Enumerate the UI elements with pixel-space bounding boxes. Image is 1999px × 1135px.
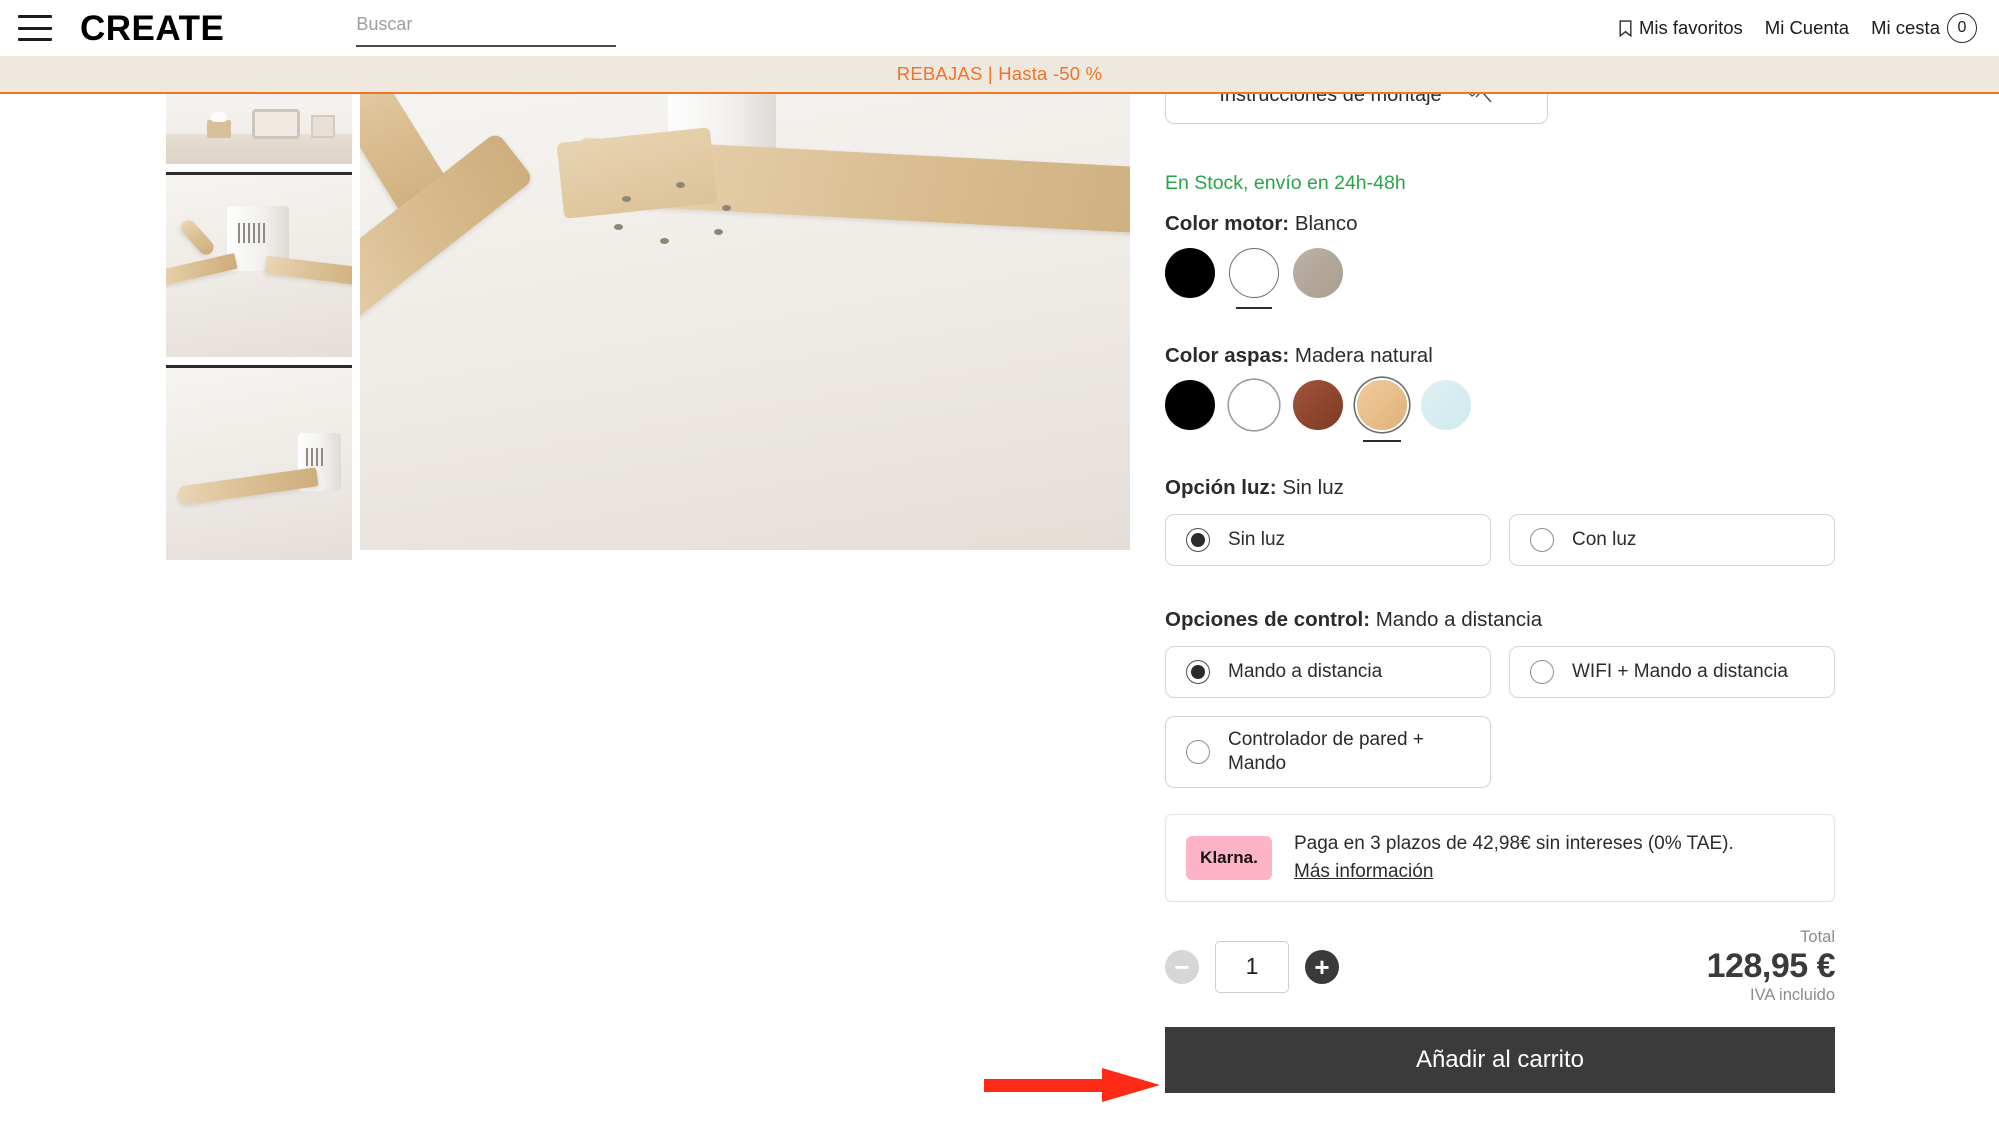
light-option-value: Sin luz bbox=[1282, 476, 1344, 499]
search-container bbox=[356, 9, 617, 47]
swatch-aspas-madera-natural[interactable] bbox=[1357, 380, 1407, 442]
thumbnail-fan-closeup[interactable] bbox=[166, 172, 352, 357]
quantity-input[interactable] bbox=[1215, 940, 1289, 993]
blade-color-heading: Color aspas: Madera natural bbox=[1165, 344, 1835, 368]
swatch-motor-blanco[interactable] bbox=[1229, 248, 1279, 309]
blade-color-label: Color aspas: bbox=[1165, 344, 1290, 367]
radio-sin-luz-indicator bbox=[1186, 528, 1210, 552]
motor-color-group: Color motor: Blanco bbox=[1165, 212, 1835, 309]
radio-mando-distancia-label: Mando a distancia bbox=[1228, 661, 1383, 683]
add-to-cart-button[interactable]: Añadir al carrito bbox=[1165, 1027, 1835, 1094]
swatch-motor-negro[interactable] bbox=[1165, 248, 1215, 298]
bookmark-icon bbox=[1619, 19, 1632, 37]
site-header: CREATE Mis favoritos Mi Cuenta Mi cesta … bbox=[0, 0, 1999, 56]
cart-label: Mi cesta bbox=[1871, 17, 1940, 38]
account-label: Mi Cuenta bbox=[1764, 17, 1850, 38]
quantity-decrease-button[interactable]: − bbox=[1165, 949, 1199, 984]
radio-con-luz[interactable]: Con luz bbox=[1509, 514, 1835, 566]
radio-sin-luz-label: Sin luz bbox=[1228, 529, 1286, 551]
radio-controlador-pared-indicator bbox=[1186, 740, 1210, 764]
klarna-payment-box: Klarna. Paga en 3 plazos de 42,98€ sin i… bbox=[1165, 814, 1835, 902]
radio-con-luz-indicator bbox=[1530, 528, 1554, 552]
swatch-aspas-blanco[interactable] bbox=[1229, 380, 1279, 430]
control-option-value: Mando a distancia bbox=[1375, 608, 1543, 631]
total-tax-note: IVA incluido bbox=[1750, 986, 1835, 1005]
control-option-label: Opciones de control: bbox=[1165, 608, 1371, 631]
radio-controlador-pared[interactable]: Controlador de pared + Mando bbox=[1165, 716, 1491, 788]
radio-con-luz-label: Con luz bbox=[1572, 529, 1637, 551]
account-link[interactable]: Mi Cuenta bbox=[1765, 17, 1849, 39]
swatch-aspas-madera-oscura[interactable] bbox=[1293, 380, 1343, 430]
motor-color-heading: Color motor: Blanco bbox=[1165, 212, 1835, 236]
header-actions: Mis favoritos Mi Cuenta Mi cesta 0 bbox=[1619, 13, 1977, 43]
motor-color-value: Blanco bbox=[1294, 212, 1358, 235]
swatch-aspas-negro[interactable] bbox=[1165, 380, 1215, 430]
klarna-text-block: Paga en 3 plazos de 42,98€ sin intereses… bbox=[1294, 830, 1734, 887]
light-option-radios: Sin luz Con luz bbox=[1165, 514, 1835, 566]
blade-color-group: Color aspas: Madera natural bbox=[1165, 344, 1835, 442]
light-option-group: Opción luz: Sin luz Sin luz Con luz bbox=[1165, 476, 1835, 566]
radio-mando-distancia-indicator bbox=[1186, 660, 1210, 684]
thumbnail-list bbox=[166, 76, 352, 568]
promo-banner[interactable]: REBAJAS | Hasta -50 % bbox=[0, 56, 1999, 94]
blade-color-swatches bbox=[1165, 380, 1835, 442]
klarna-logo: Klarna. bbox=[1186, 836, 1272, 880]
stock-status: En Stock, envío en 24h-48h bbox=[1165, 172, 1406, 194]
product-page: CREATE Mis favoritos Mi Cuenta Mi cesta … bbox=[0, 0, 1999, 1135]
quantity-and-total-row: − + Total 128,95 € IVA incluido bbox=[1165, 928, 1836, 1005]
hero-image[interactable] bbox=[360, 78, 1130, 550]
create-logo[interactable]: CREATE bbox=[80, 11, 224, 46]
product-gallery bbox=[0, 76, 1135, 564]
radio-sin-luz[interactable]: Sin luz bbox=[1165, 514, 1491, 566]
radio-wifi-mando[interactable]: WIFI + Mando a distancia bbox=[1509, 646, 1835, 698]
hamburger-menu-icon[interactable] bbox=[18, 15, 52, 41]
klarna-installment-text: Paga en 3 plazos de 42,98€ sin intereses… bbox=[1294, 832, 1734, 854]
promo-text: REBAJAS | Hasta -50 % bbox=[896, 63, 1103, 84]
blade-color-value: Madera natural bbox=[1294, 344, 1433, 367]
thumbnail-image-2 bbox=[166, 175, 352, 357]
control-option-group: Opciones de control: Mando a distancia M… bbox=[1165, 608, 1835, 788]
favorites-link[interactable]: Mis favoritos bbox=[1619, 17, 1743, 39]
klarna-more-info-link[interactable]: Más información bbox=[1294, 858, 1433, 887]
swatch-aspas-azul[interactable] bbox=[1421, 380, 1471, 430]
control-option-radios: Mando a distancia WIFI + Mando a distanc… bbox=[1165, 646, 1835, 788]
cart-count-badge: 0 bbox=[1947, 13, 1977, 43]
control-option-heading: Opciones de control: Mando a distancia bbox=[1165, 608, 1835, 632]
hero-fan-hub bbox=[556, 126, 718, 218]
radio-mando-distancia[interactable]: Mando a distancia bbox=[1165, 646, 1491, 698]
favorites-label: Mis favoritos bbox=[1638, 17, 1743, 38]
light-option-heading: Opción luz: Sin luz bbox=[1165, 476, 1835, 500]
total-label: Total bbox=[1800, 928, 1835, 946]
thumbnail-fan-blade[interactable] bbox=[166, 365, 352, 560]
thumbnail-image-3 bbox=[166, 368, 352, 560]
radio-wifi-mando-label: WIFI + Mando a distancia bbox=[1572, 661, 1788, 683]
total-price-block: Total 128,95 € IVA incluido bbox=[1706, 928, 1836, 1005]
search-input[interactable] bbox=[356, 9, 617, 47]
hero-fan-image bbox=[360, 78, 1130, 550]
motor-color-swatches bbox=[1165, 248, 1835, 309]
red-arrow-annotation bbox=[984, 1068, 1160, 1102]
motor-color-label: Color motor: bbox=[1165, 212, 1290, 235]
product-options-panel: Color motor: Blanco Color aspas: Madera … bbox=[1165, 212, 1836, 1094]
radio-controlador-pared-label: Controlador de pared + Mando bbox=[1228, 729, 1424, 774]
cart-link[interactable]: Mi cesta 0 bbox=[1871, 13, 1977, 43]
quantity-increase-button[interactable]: + bbox=[1305, 949, 1339, 984]
total-amount: 128,95 € bbox=[1706, 947, 1836, 985]
light-option-label: Opción luz: bbox=[1165, 476, 1277, 499]
swatch-motor-taupe[interactable] bbox=[1293, 248, 1343, 298]
radio-wifi-mando-indicator bbox=[1530, 660, 1554, 684]
